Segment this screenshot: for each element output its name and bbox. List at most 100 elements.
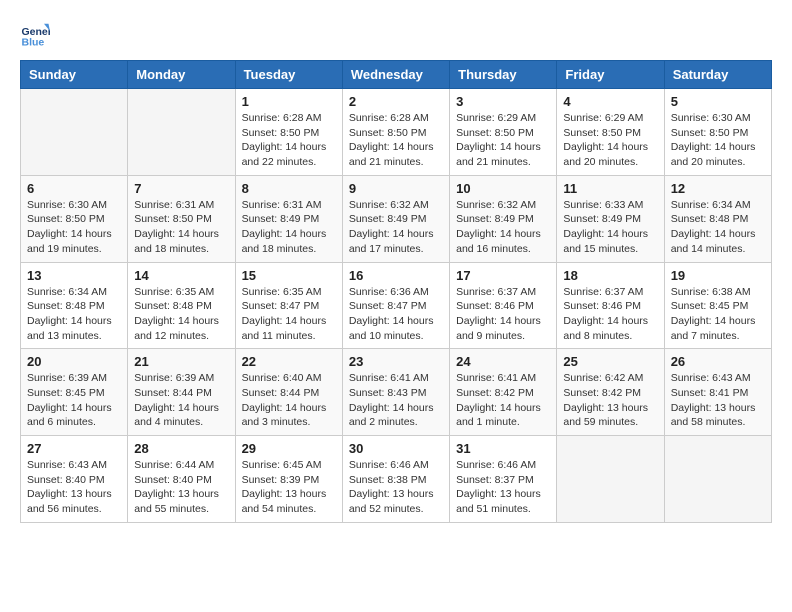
calendar-cell: 10 Sunrise: 6:32 AMSunset: 8:49 PMDayligh…	[450, 175, 557, 262]
calendar-cell: 25 Sunrise: 6:42 AMSunset: 8:42 PMDayligh…	[557, 349, 664, 436]
day-info: Sunrise: 6:29 AMSunset: 8:50 PMDaylight:…	[456, 111, 550, 170]
day-number: 13	[27, 268, 121, 283]
day-number: 18	[563, 268, 657, 283]
day-info: Sunrise: 6:43 AMSunset: 8:41 PMDaylight:…	[671, 371, 765, 430]
calendar-cell: 4Sunrise: 6:29 AMSunset: 8:50 PMDaylight…	[557, 89, 664, 176]
calendar-cell: 27Sunrise: 6:43 AMSunset: 8:40 PMDayligh…	[21, 436, 128, 523]
calendar-cell: 24 Sunrise: 6:41 AMSunset: 8:42 PMDayligh…	[450, 349, 557, 436]
day-number: 19	[671, 268, 765, 283]
calendar-week-row: 1 Sunrise: 6:28 AMSunset: 8:50 PMDaylight…	[21, 89, 772, 176]
weekday-header: Friday	[557, 61, 664, 89]
calendar-cell: 14 Sunrise: 6:35 AMSunset: 8:48 PMDayligh…	[128, 262, 235, 349]
day-number: 31	[456, 441, 550, 456]
calendar-cell: 19 Sunrise: 6:38 AMSunset: 8:45 PMDayligh…	[664, 262, 771, 349]
calendar-cell: 30 Sunrise: 6:46 AMSunset: 8:38 PMDayligh…	[342, 436, 449, 523]
calendar-week-row: 20 Sunrise: 6:39 AMSunset: 8:45 PMDayligh…	[21, 349, 772, 436]
day-info: Sunrise: 6:28 AMSunset: 8:50 PMDaylight:…	[242, 111, 336, 170]
day-number: 3	[456, 94, 550, 109]
day-info: Sunrise: 6:30 AMSunset: 8:50 PMDaylight:…	[671, 111, 765, 170]
day-number: 1	[242, 94, 336, 109]
day-info: Sunrise: 6:40 AMSunset: 8:44 PMDaylight:…	[242, 371, 336, 430]
calendar-cell: 1 Sunrise: 6:28 AMSunset: 8:50 PMDaylight…	[235, 89, 342, 176]
day-info: Sunrise: 6:34 AMSunset: 8:48 PMDaylight:…	[27, 285, 121, 344]
weekday-header: Saturday	[664, 61, 771, 89]
logo: General Blue	[20, 20, 54, 50]
calendar-cell	[128, 89, 235, 176]
day-number: 30	[349, 441, 443, 456]
day-number: 16	[349, 268, 443, 283]
calendar-cell: 2 Sunrise: 6:28 AMSunset: 8:50 PMDaylight…	[342, 89, 449, 176]
weekday-header: Thursday	[450, 61, 557, 89]
calendar-cell: 16 Sunrise: 6:36 AMSunset: 8:47 PMDayligh…	[342, 262, 449, 349]
calendar-cell: 11 Sunrise: 6:33 AMSunset: 8:49 PMDayligh…	[557, 175, 664, 262]
day-number: 15	[242, 268, 336, 283]
calendar-cell: 3 Sunrise: 6:29 AMSunset: 8:50 PMDaylight…	[450, 89, 557, 176]
calendar-cell: 8 Sunrise: 6:31 AMSunset: 8:49 PMDaylight…	[235, 175, 342, 262]
day-info: Sunrise: 6:29 AMSunset: 8:50 PMDaylight:…	[563, 111, 657, 170]
day-info: Sunrise: 6:46 AMSunset: 8:37 PMDaylight:…	[456, 458, 550, 517]
day-number: 6	[27, 181, 121, 196]
day-number: 27	[27, 441, 121, 456]
day-info: Sunrise: 6:44 AMSunset: 8:40 PMDaylight:…	[134, 458, 228, 517]
day-number: 26	[671, 354, 765, 369]
calendar-week-row: 27Sunrise: 6:43 AMSunset: 8:40 PMDayligh…	[21, 436, 772, 523]
weekday-header: Wednesday	[342, 61, 449, 89]
day-info: Sunrise: 6:35 AMSunset: 8:48 PMDaylight:…	[134, 285, 228, 344]
day-number: 2	[349, 94, 443, 109]
day-info: Sunrise: 6:39 AMSunset: 8:45 PMDaylight:…	[27, 371, 121, 430]
calendar-cell	[557, 436, 664, 523]
day-number: 11	[563, 181, 657, 196]
calendar-cell: 23Sunrise: 6:41 AMSunset: 8:43 PMDayligh…	[342, 349, 449, 436]
day-info: Sunrise: 6:33 AMSunset: 8:49 PMDaylight:…	[563, 198, 657, 257]
day-info: Sunrise: 6:32 AMSunset: 8:49 PMDaylight:…	[456, 198, 550, 257]
calendar-cell	[664, 436, 771, 523]
day-number: 22	[242, 354, 336, 369]
calendar-cell: 21 Sunrise: 6:39 AMSunset: 8:44 PMDayligh…	[128, 349, 235, 436]
day-number: 25	[563, 354, 657, 369]
day-info: Sunrise: 6:31 AMSunset: 8:49 PMDaylight:…	[242, 198, 336, 257]
calendar-cell: 20 Sunrise: 6:39 AMSunset: 8:45 PMDayligh…	[21, 349, 128, 436]
day-number: 14	[134, 268, 228, 283]
calendar-cell: 22 Sunrise: 6:40 AMSunset: 8:44 PMDayligh…	[235, 349, 342, 436]
calendar-cell: 18 Sunrise: 6:37 AMSunset: 8:46 PMDayligh…	[557, 262, 664, 349]
day-number: 17	[456, 268, 550, 283]
day-info: Sunrise: 6:35 AMSunset: 8:47 PMDaylight:…	[242, 285, 336, 344]
day-info: Sunrise: 6:46 AMSunset: 8:38 PMDaylight:…	[349, 458, 443, 517]
day-number: 29	[242, 441, 336, 456]
calendar-cell: 31 Sunrise: 6:46 AMSunset: 8:37 PMDayligh…	[450, 436, 557, 523]
day-number: 9	[349, 181, 443, 196]
svg-text:Blue: Blue	[22, 37, 45, 49]
weekday-header: Sunday	[21, 61, 128, 89]
day-info: Sunrise: 6:28 AMSunset: 8:50 PMDaylight:…	[349, 111, 443, 170]
logo-icon: General Blue	[20, 20, 50, 50]
calendar-cell: 12Sunrise: 6:34 AMSunset: 8:48 PMDayligh…	[664, 175, 771, 262]
calendar-cell: 7Sunrise: 6:31 AMSunset: 8:50 PMDaylight…	[128, 175, 235, 262]
calendar-cell: 26 Sunrise: 6:43 AMSunset: 8:41 PMDayligh…	[664, 349, 771, 436]
day-info: Sunrise: 6:36 AMSunset: 8:47 PMDaylight:…	[349, 285, 443, 344]
day-number: 7	[134, 181, 228, 196]
day-info: Sunrise: 6:37 AMSunset: 8:46 PMDaylight:…	[563, 285, 657, 344]
day-number: 20	[27, 354, 121, 369]
day-number: 21	[134, 354, 228, 369]
day-number: 23	[349, 354, 443, 369]
calendar-cell: 5 Sunrise: 6:30 AMSunset: 8:50 PMDaylight…	[664, 89, 771, 176]
day-number: 24	[456, 354, 550, 369]
day-info: Sunrise: 6:42 AMSunset: 8:42 PMDaylight:…	[563, 371, 657, 430]
day-info: Sunrise: 6:38 AMSunset: 8:45 PMDaylight:…	[671, 285, 765, 344]
weekday-header: Tuesday	[235, 61, 342, 89]
day-number: 8	[242, 181, 336, 196]
day-number: 10	[456, 181, 550, 196]
calendar-cell: 15 Sunrise: 6:35 AMSunset: 8:47 PMDayligh…	[235, 262, 342, 349]
day-info: Sunrise: 6:45 AMSunset: 8:39 PMDaylight:…	[242, 458, 336, 517]
calendar-cell	[21, 89, 128, 176]
calendar-cell: 6Sunrise: 6:30 AMSunset: 8:50 PMDaylight…	[21, 175, 128, 262]
day-number: 5	[671, 94, 765, 109]
day-info: Sunrise: 6:39 AMSunset: 8:44 PMDaylight:…	[134, 371, 228, 430]
page-header: General Blue	[20, 20, 772, 50]
weekday-header: Monday	[128, 61, 235, 89]
day-number: 28	[134, 441, 228, 456]
day-info: Sunrise: 6:41 AMSunset: 8:42 PMDaylight:…	[456, 371, 550, 430]
calendar-cell: 13 Sunrise: 6:34 AMSunset: 8:48 PMDayligh…	[21, 262, 128, 349]
day-info: Sunrise: 6:34 AMSunset: 8:48 PMDaylight:…	[671, 198, 765, 257]
calendar-body: 1 Sunrise: 6:28 AMSunset: 8:50 PMDaylight…	[21, 89, 772, 523]
